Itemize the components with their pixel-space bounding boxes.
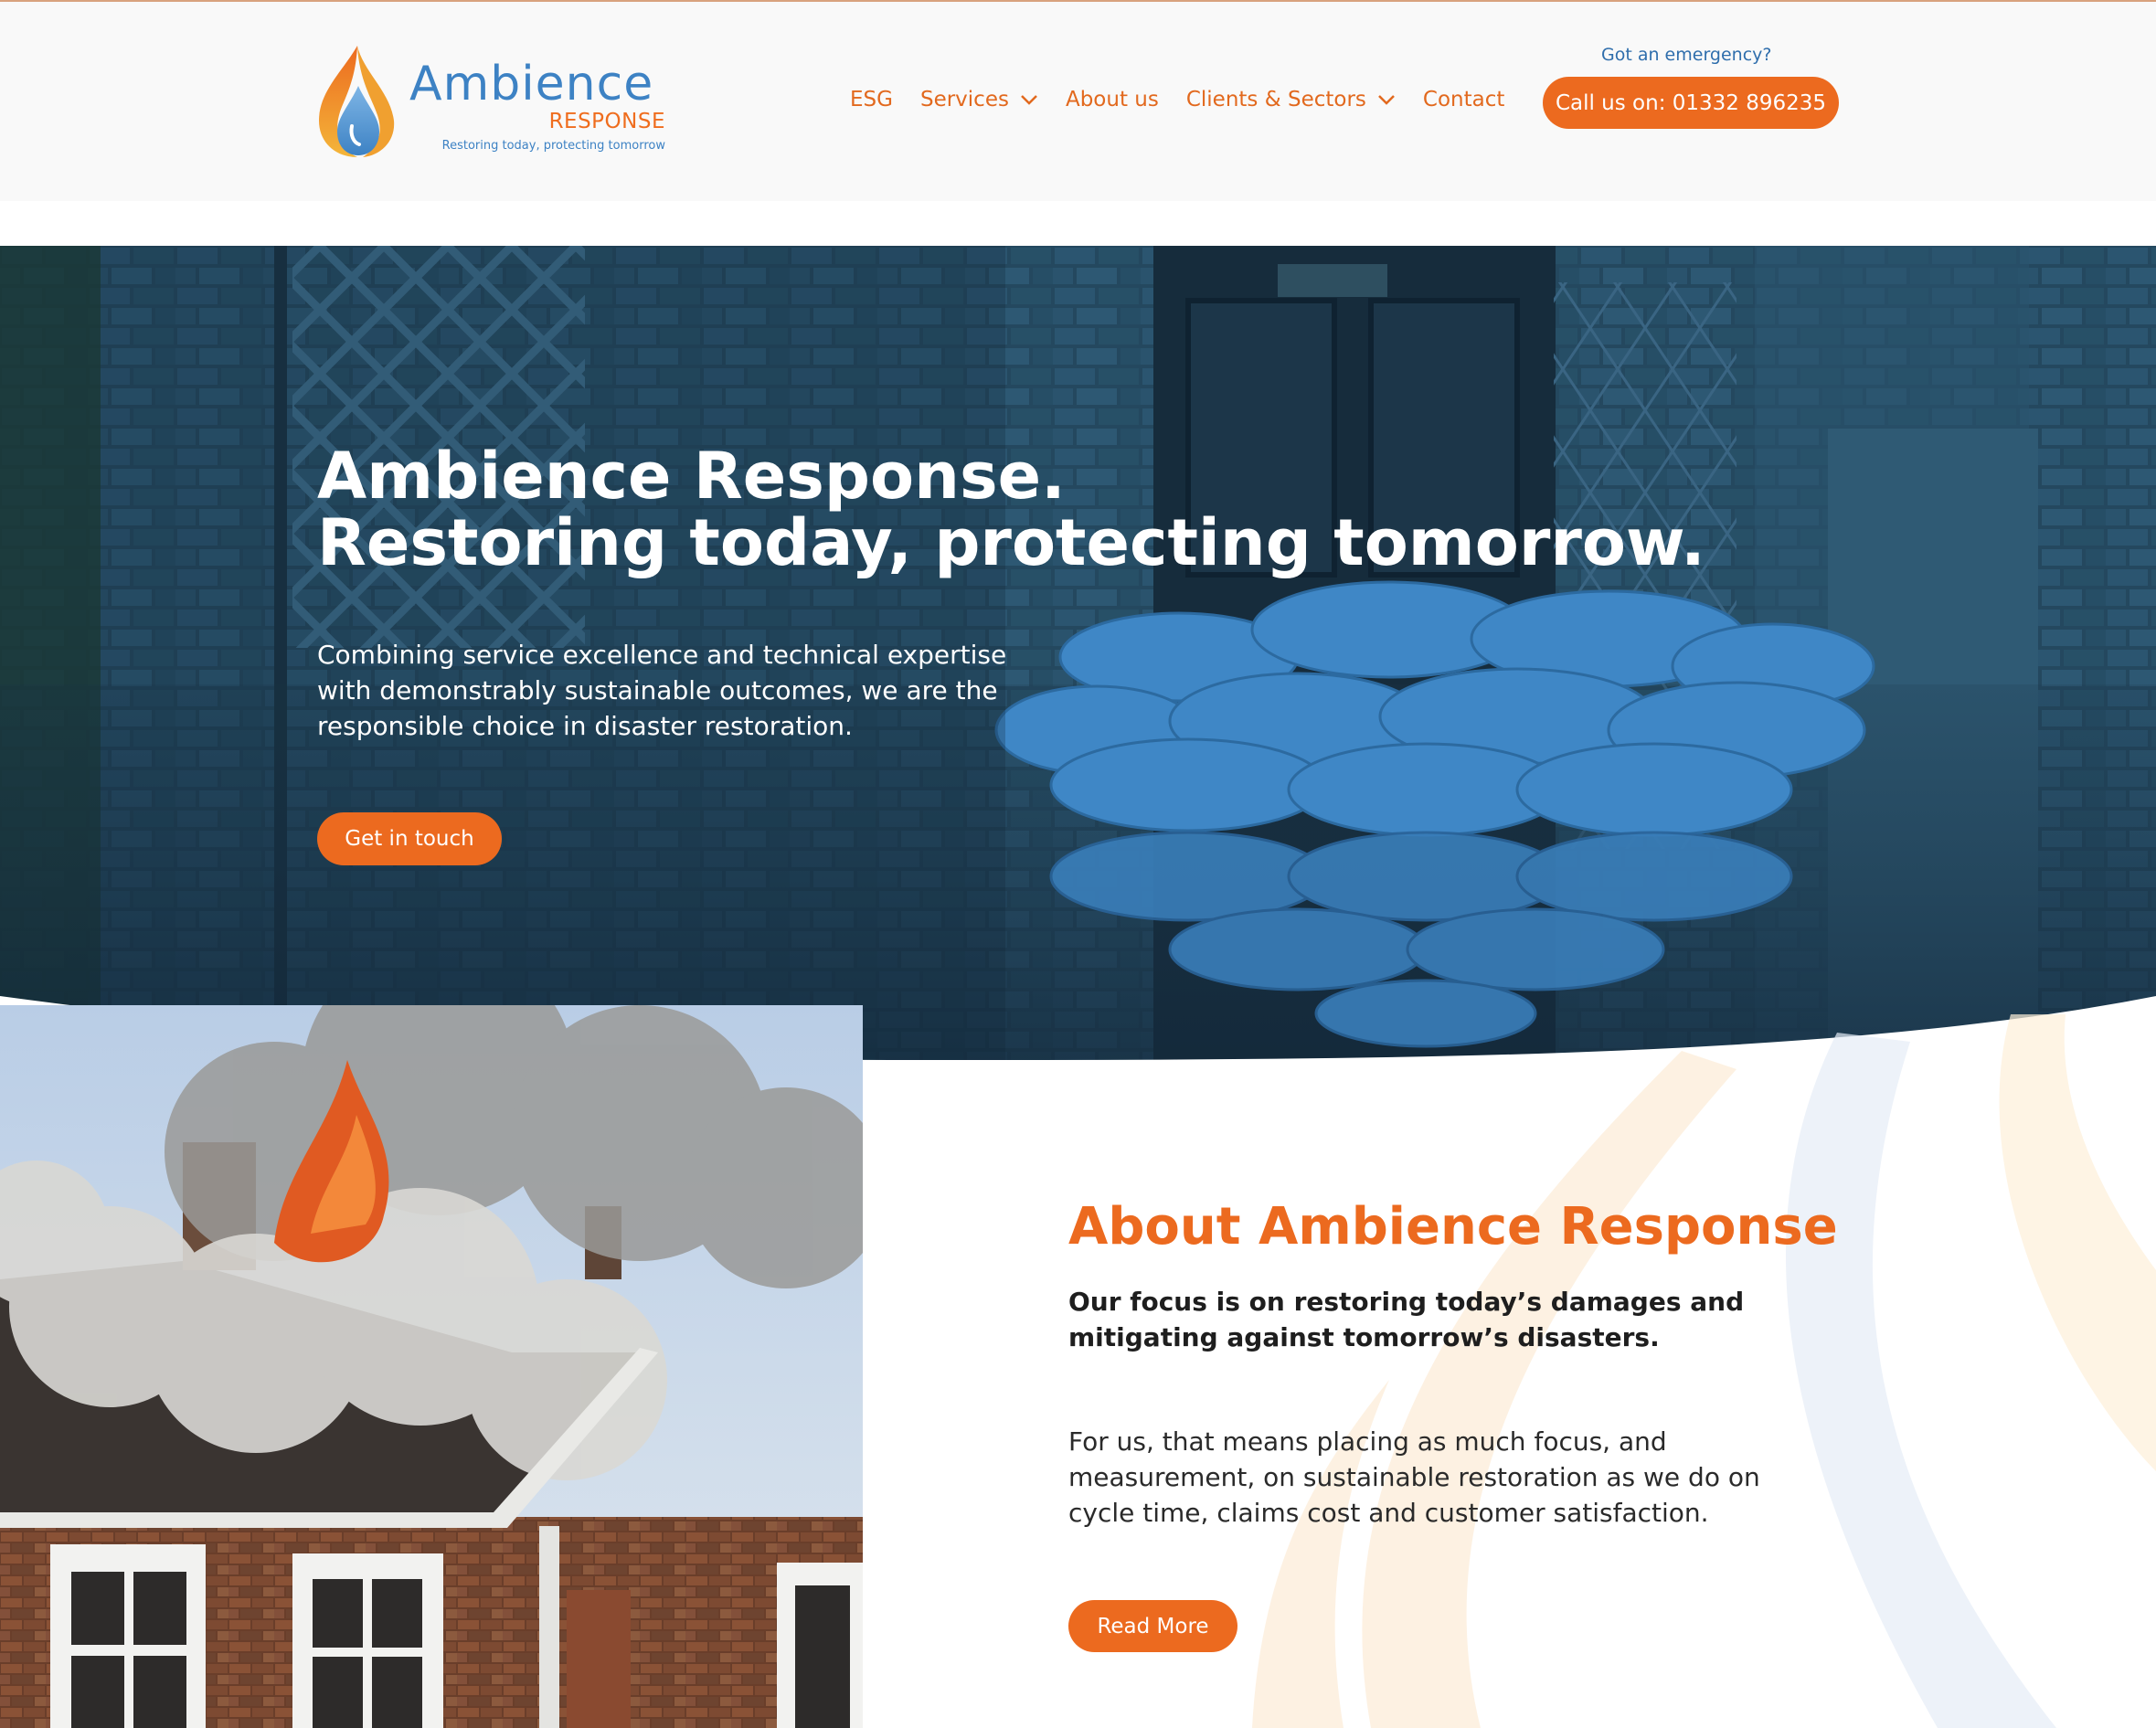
logo-tagline: Restoring today, protecting tomorrow xyxy=(441,139,665,153)
call-us-button[interactable]: Call us on: 01332 896235 xyxy=(1543,77,1839,129)
site-logo[interactable]: Ambience RESPONSE Restoring today, prote… xyxy=(315,44,667,163)
hero-banner: Ambience Response. Restoring today, prot… xyxy=(0,246,2156,1068)
nav-item-label: ESG xyxy=(850,88,893,111)
main-nav: ESG Services About us Clients & Sectors … xyxy=(850,84,1532,115)
house-fire-illustration xyxy=(0,1005,863,1728)
get-in-touch-button[interactable]: Get in touch xyxy=(317,812,502,865)
nav-item-services[interactable]: Services xyxy=(920,88,1038,111)
hero-title-line-1: Ambience Response. xyxy=(317,439,1066,514)
nav-item-about-us[interactable]: About us xyxy=(1066,88,1159,111)
nav-item-clients-sectors[interactable]: Clients & Sectors xyxy=(1186,88,1396,111)
nav-item-esg[interactable]: ESG xyxy=(850,88,893,111)
flame-droplet-logo-icon xyxy=(319,46,395,157)
about-title: About Ambience Response xyxy=(1068,1197,1838,1256)
hero-title: Ambience Response. Restoring today, prot… xyxy=(317,443,1705,577)
house-fire-image xyxy=(0,1005,863,1728)
nav-item-contact[interactable]: Contact xyxy=(1423,88,1504,111)
emergency-label: Got an emergency? xyxy=(1601,45,1772,65)
logo-name: Ambience xyxy=(409,57,654,111)
about-body-text: For us, that means placing as much focus… xyxy=(1068,1426,1760,1528)
site-header: Ambience RESPONSE Restoring today, prote… xyxy=(0,2,2156,201)
nav-item-label: About us xyxy=(1065,88,1159,111)
hero-description: Combining service excellence and technic… xyxy=(317,640,1007,741)
about-lead-text: Our focus is on restoring today’s damage… xyxy=(1068,1287,1745,1352)
chevron-down-icon xyxy=(1021,95,1037,105)
logo-subname: RESPONSE xyxy=(548,110,665,133)
hero-title-line-2: Restoring today, protecting tomorrow. xyxy=(317,505,1705,580)
nav-item-label: Services xyxy=(919,88,1009,111)
read-more-button[interactable]: Read More xyxy=(1068,1600,1237,1652)
nav-item-label: Contact xyxy=(1422,88,1505,111)
chevron-down-icon xyxy=(1378,95,1395,105)
nav-item-label: Clients & Sectors xyxy=(1185,88,1366,111)
